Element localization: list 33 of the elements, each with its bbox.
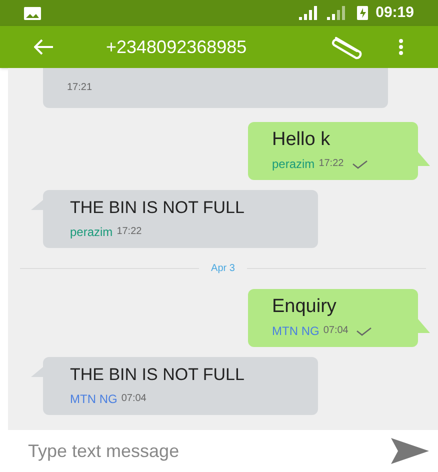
message-time: 17:21 [67,82,92,93]
message-text: Hello k [272,128,332,152]
back-arrow-icon[interactable] [34,39,54,55]
incoming-message-bubble[interactable]: THE BIN IS NOT FULL MTN NG 07:04 [43,357,318,415]
date-divider: Apr 3 [211,262,235,276]
message-time: 17:22 [116,225,142,239]
outgoing-message-bubble[interactable]: Enquiry MTN NG 07:04 [248,289,418,347]
message-text: THE BIN IS NOT FULL [70,364,246,386]
status-time: 09:19 [376,2,414,23]
sender-name: perazim [272,156,315,172]
message-text: THE BIN IS NOT FULL [70,197,246,219]
message-time: 07:04 [323,324,348,338]
incoming-message-bubble[interactable]: THE BIN IS NOT FULL perazim 17:22 [43,190,318,248]
message-time: 07:04 [121,392,146,406]
battery-icon [356,6,368,20]
bubble-tail-icon [418,152,430,166]
signal-icon [298,6,319,20]
bubble-tail-icon [31,367,43,377]
sender-name: perazim [70,224,113,240]
signal-icon [326,6,347,20]
sender-name: MTN NG [70,391,118,407]
more-options-icon[interactable] [398,38,404,56]
contact-title: +2348092368985 [106,36,247,58]
bubble-tail-icon [31,200,43,210]
message-input-field[interactable]: Type text message [28,438,390,464]
send-icon[interactable] [390,437,430,465]
incoming-message-bubble[interactable]: 17:21 [43,68,388,108]
message-text: Enquiry [272,295,338,319]
bubble-tail-icon [418,319,430,333]
message-time: 17:22 [318,157,344,171]
picture-icon [24,6,41,20]
outgoing-message-bubble[interactable]: Hello k perazim 17:22 [248,122,418,180]
sender-name: MTN NG [272,323,320,339]
